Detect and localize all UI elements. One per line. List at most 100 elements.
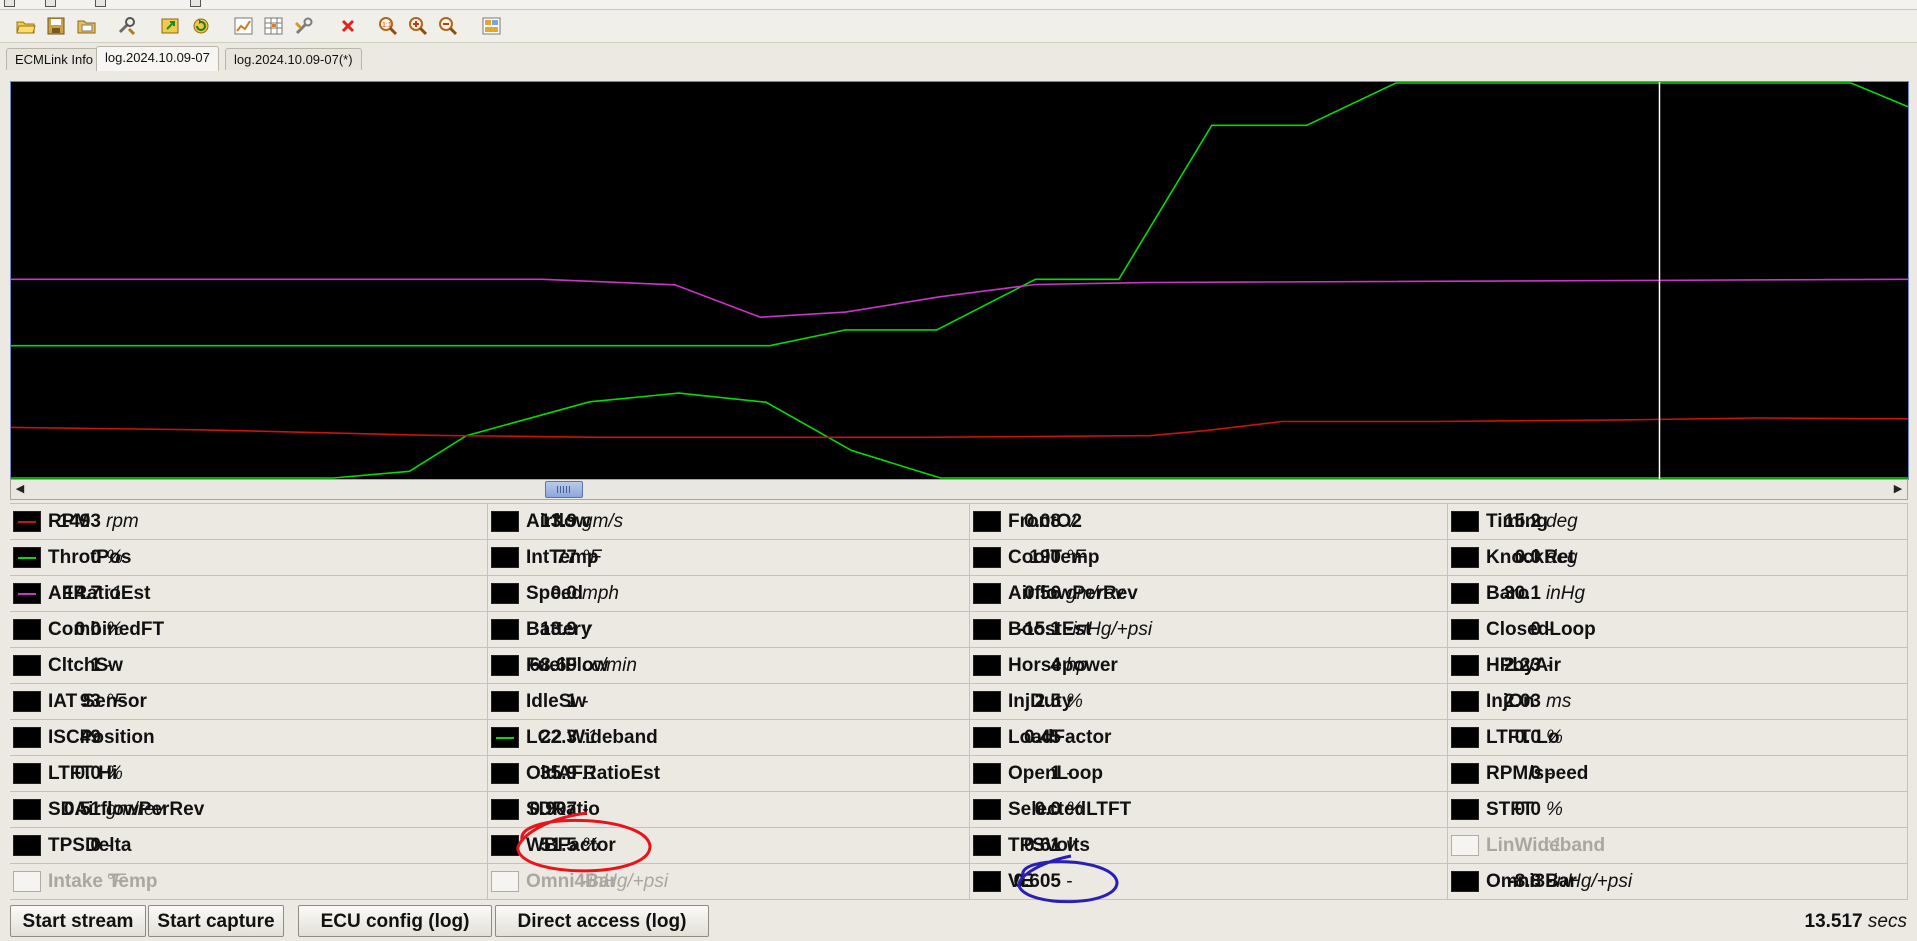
param-visibility-toggle[interactable] (1451, 763, 1479, 784)
refresh-icon[interactable] (189, 15, 213, 37)
param-visibility-toggle[interactable] (491, 619, 519, 640)
param-visibility-toggle[interactable] (1451, 655, 1479, 676)
param-visibility-toggle[interactable] (491, 799, 519, 820)
param-visibility-toggle[interactable] (491, 547, 519, 568)
param-visibility-toggle[interactable] (973, 727, 1001, 748)
param-visibility-toggle[interactable] (491, 871, 519, 892)
graph-horizontal-scrollbar[interactable]: ◀ ▶ (10, 479, 1908, 500)
param-visibility-toggle[interactable] (13, 799, 41, 820)
param-inttemp[interactable]: IntTemp 77 °F (488, 540, 970, 576)
param-sdratio[interactable]: SDRatio 0.907- (488, 792, 970, 828)
param-visibility-toggle[interactable] (13, 763, 41, 784)
param-visibility-toggle[interactable] (13, 835, 41, 856)
param-iat-sensor[interactable]: IAT Sensor 93 °F (10, 684, 488, 720)
param-visibility-toggle[interactable] (13, 619, 41, 640)
param-visibility-toggle[interactable] (491, 583, 519, 604)
param-combinedft[interactable]: CombinedFT 0.0% (10, 612, 488, 648)
save-icon[interactable] (44, 15, 68, 37)
param-iscposition[interactable]: ISCPosition 49- (10, 720, 488, 756)
param-visibility-toggle[interactable] (13, 547, 41, 568)
param-visibility-toggle[interactable] (1451, 547, 1479, 568)
param-visibility-toggle[interactable] (973, 691, 1001, 712)
param-hpbyair[interactable]: HPbyAir 2.23- (1448, 648, 1908, 684)
param-injon[interactable]: InjOn 2.03 ms (1448, 684, 1908, 720)
open-log-icon[interactable] (75, 15, 99, 37)
param-visibility-toggle[interactable] (973, 583, 1001, 604)
param-visibility-toggle[interactable] (973, 619, 1001, 640)
param-visibility-toggle[interactable] (491, 655, 519, 676)
zoom-out-icon[interactable] (436, 15, 460, 37)
param-boostest[interactable]: BoostEst -15.1 -inHg/+psi (970, 612, 1448, 648)
param-wbfactor[interactable]: WBFactor 51.5% (488, 828, 970, 864)
param-visibility-toggle[interactable] (1451, 511, 1479, 532)
param-throtpos[interactable]: ThrotPos 0% (10, 540, 488, 576)
param-fronto2[interactable]: FrontO2 0.08 v (970, 504, 1448, 540)
param-visibility-toggle[interactable] (973, 655, 1001, 676)
ecu-config-button[interactable]: ECU config (log) (298, 905, 492, 937)
param-ltft-hi[interactable]: LTFT Hi 0.0% (10, 756, 488, 792)
tools-icon[interactable] (115, 15, 139, 37)
param-visibility-toggle[interactable] (1451, 835, 1479, 856)
export-icon[interactable] (159, 15, 183, 37)
param-horsepower[interactable]: Horsepower 4 hp (970, 648, 1448, 684)
start-capture-button[interactable]: Start capture (148, 905, 284, 937)
zoom-in-icon[interactable] (406, 15, 430, 37)
param-knockret[interactable]: KnockRet 0.0 deg (1448, 540, 1908, 576)
param-lc2-wideband[interactable]: LC2 Wideband 22.3:1 (488, 720, 970, 756)
param-visibility-toggle[interactable] (973, 763, 1001, 784)
param-tpsvolts[interactable]: TPSVolts 0.61 v (970, 828, 1448, 864)
param-visibility-toggle[interactable] (13, 655, 41, 676)
tab-log-active[interactable]: log.2024.10.09-07 (96, 46, 219, 71)
zoom-reset-icon[interactable]: 1:1 (376, 15, 400, 37)
param-rpm[interactable]: RPM 1493 rpm (10, 504, 488, 540)
param-visibility-toggle[interactable] (973, 799, 1001, 820)
param-visibility-toggle[interactable] (1451, 727, 1479, 748)
scroll-thumb[interactable] (545, 481, 583, 498)
param-selectedltft[interactable]: SelectedLTFT 0.0% (970, 792, 1448, 828)
param-visibility-toggle[interactable] (13, 871, 41, 892)
param-baro[interactable]: Baro 30.1 inHg (1448, 576, 1908, 612)
param-visibility-toggle[interactable] (1451, 691, 1479, 712)
wrench-icon[interactable] (292, 15, 316, 37)
tab-ecmlink-info[interactable]: ECMLink Info (6, 48, 103, 70)
param-fuelflow[interactable]: FuelFlow 68.69 cc/min (488, 648, 970, 684)
param-cooltemp[interactable]: CoolTemp 190 °F (970, 540, 1448, 576)
layout-icon[interactable] (480, 15, 504, 37)
tab-log-modified[interactable]: log.2024.10.09-07(*) (225, 48, 362, 70)
param-battery[interactable]: Battery 13.9 v (488, 612, 970, 648)
param-visibility-toggle[interactable] (973, 835, 1001, 856)
param-timing[interactable]: Timing 15.2 deg (1448, 504, 1908, 540)
param-linwideband[interactable]: LinWideband:1 (1448, 828, 1908, 864)
param-sdairflowperrev[interactable]: SDAirflowPerRev 0.51 gm/rev (10, 792, 488, 828)
param-visibility-toggle[interactable] (13, 583, 41, 604)
param-idlesw[interactable]: IdleSw 1- (488, 684, 970, 720)
param-visibility-toggle[interactable] (1451, 583, 1479, 604)
param-ltft-lo[interactable]: LTFT Lo 0.0% (1448, 720, 1908, 756)
delete-icon[interactable] (336, 15, 360, 37)
param-visibility-toggle[interactable] (491, 691, 519, 712)
param-visibility-toggle[interactable] (973, 511, 1001, 532)
param-speed[interactable]: Speed 0.0 mph (488, 576, 970, 612)
direct-access-button[interactable]: Direct access (log) (495, 905, 709, 937)
param-airflowperrev[interactable]: AirflowPerRev 0.56 gm/rev (970, 576, 1448, 612)
param-loadfactor[interactable]: LoadFactor 0.45- (970, 720, 1448, 756)
log-graph[interactable] (10, 81, 1909, 480)
param-afratioest[interactable]: AFRatioEst 14.7:1 (10, 576, 488, 612)
scroll-left-arrow-icon[interactable]: ◀ (12, 482, 28, 497)
param-omni3bar[interactable]: Omni3Bar -8.8 -inHg/+psi (1448, 864, 1908, 900)
chart-settings-icon[interactable] (232, 15, 256, 37)
param-visibility-toggle[interactable] (13, 691, 41, 712)
param-visibility-toggle[interactable] (491, 835, 519, 856)
grid-settings-icon[interactable] (262, 15, 286, 37)
param-visibility-toggle[interactable] (491, 511, 519, 532)
param-rpm-speed[interactable]: RPM/speed 0- (1448, 756, 1908, 792)
param-visibility-toggle[interactable] (973, 547, 1001, 568)
param-ve[interactable]: VE 0.605- (970, 864, 1448, 900)
open-folder-icon[interactable] (14, 15, 38, 37)
start-stream-button[interactable]: Start stream (10, 905, 146, 937)
param-visibility-toggle[interactable] (1451, 871, 1479, 892)
param-injduty[interactable]: InjDuty 2.5% (970, 684, 1448, 720)
param-tpsdelta[interactable]: TPSDelta 0- (10, 828, 488, 864)
param-visibility-toggle[interactable] (1451, 799, 1479, 820)
param-visibility-toggle[interactable] (491, 727, 519, 748)
